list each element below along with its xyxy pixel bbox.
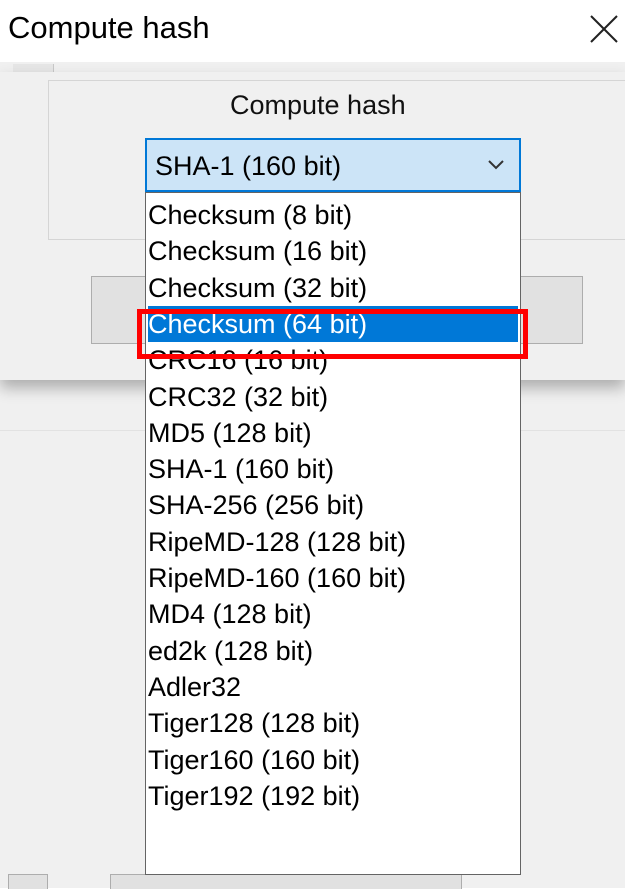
bottom-button-middle[interactable]	[110, 874, 462, 889]
dropdown-option[interactable]: MD4 (128 bit)	[148, 596, 518, 632]
dropdown-option[interactable]: Checksum (16 bit)	[148, 233, 518, 269]
dropdown-option[interactable]: RipeMD-160 (160 bit)	[148, 560, 518, 596]
dropdown-option[interactable]: Tiger160 (160 bit)	[148, 742, 518, 778]
dropdown-option[interactable]: Tiger192 (192 bit)	[148, 778, 518, 814]
dropdown-option[interactable]: Checksum (32 bit)	[148, 270, 518, 306]
dropdown-option[interactable]: Checksum (8 bit)	[148, 197, 518, 233]
dropdown-option[interactable]: Checksum (64 bit)	[148, 305, 518, 342]
window-title: Compute hash	[8, 10, 210, 45]
group-label: Compute hash	[230, 90, 406, 120]
bottom-button-left[interactable]	[8, 874, 48, 889]
chevron-down-icon[interactable]	[485, 156, 507, 174]
dropdown-option[interactable]: Adler32	[148, 669, 518, 705]
title-bar: Compute hash	[0, 0, 625, 62]
dropdown-option[interactable]: CRC16 (16 bit)	[148, 342, 518, 378]
close-icon[interactable]	[585, 10, 623, 48]
dropdown-option[interactable]: Tiger128 (128 bit)	[148, 705, 518, 741]
hash-algorithm-dropdown-list[interactable]: Checksum (8 bit) Checksum (16 bit) Checksu…	[145, 192, 521, 875]
dropdown-option[interactable]: SHA-1 (160 bit)	[148, 451, 518, 487]
dropdown-option[interactable]: ed2k (128 bit)	[148, 633, 518, 669]
combo-selected-value: SHA-1 (160 bit)	[155, 151, 342, 181]
dropdown-option[interactable]: RipeMD-128 (128 bit)	[148, 524, 518, 560]
dropdown-option[interactable]: CRC32 (32 bit)	[148, 379, 518, 415]
dropdown-option[interactable]: SHA-256 (256 bit)	[148, 487, 518, 523]
hash-algorithm-combobox[interactable]: SHA-1 (160 bit)	[145, 138, 521, 192]
dropdown-option[interactable]: MD5 (128 bit)	[148, 415, 518, 451]
